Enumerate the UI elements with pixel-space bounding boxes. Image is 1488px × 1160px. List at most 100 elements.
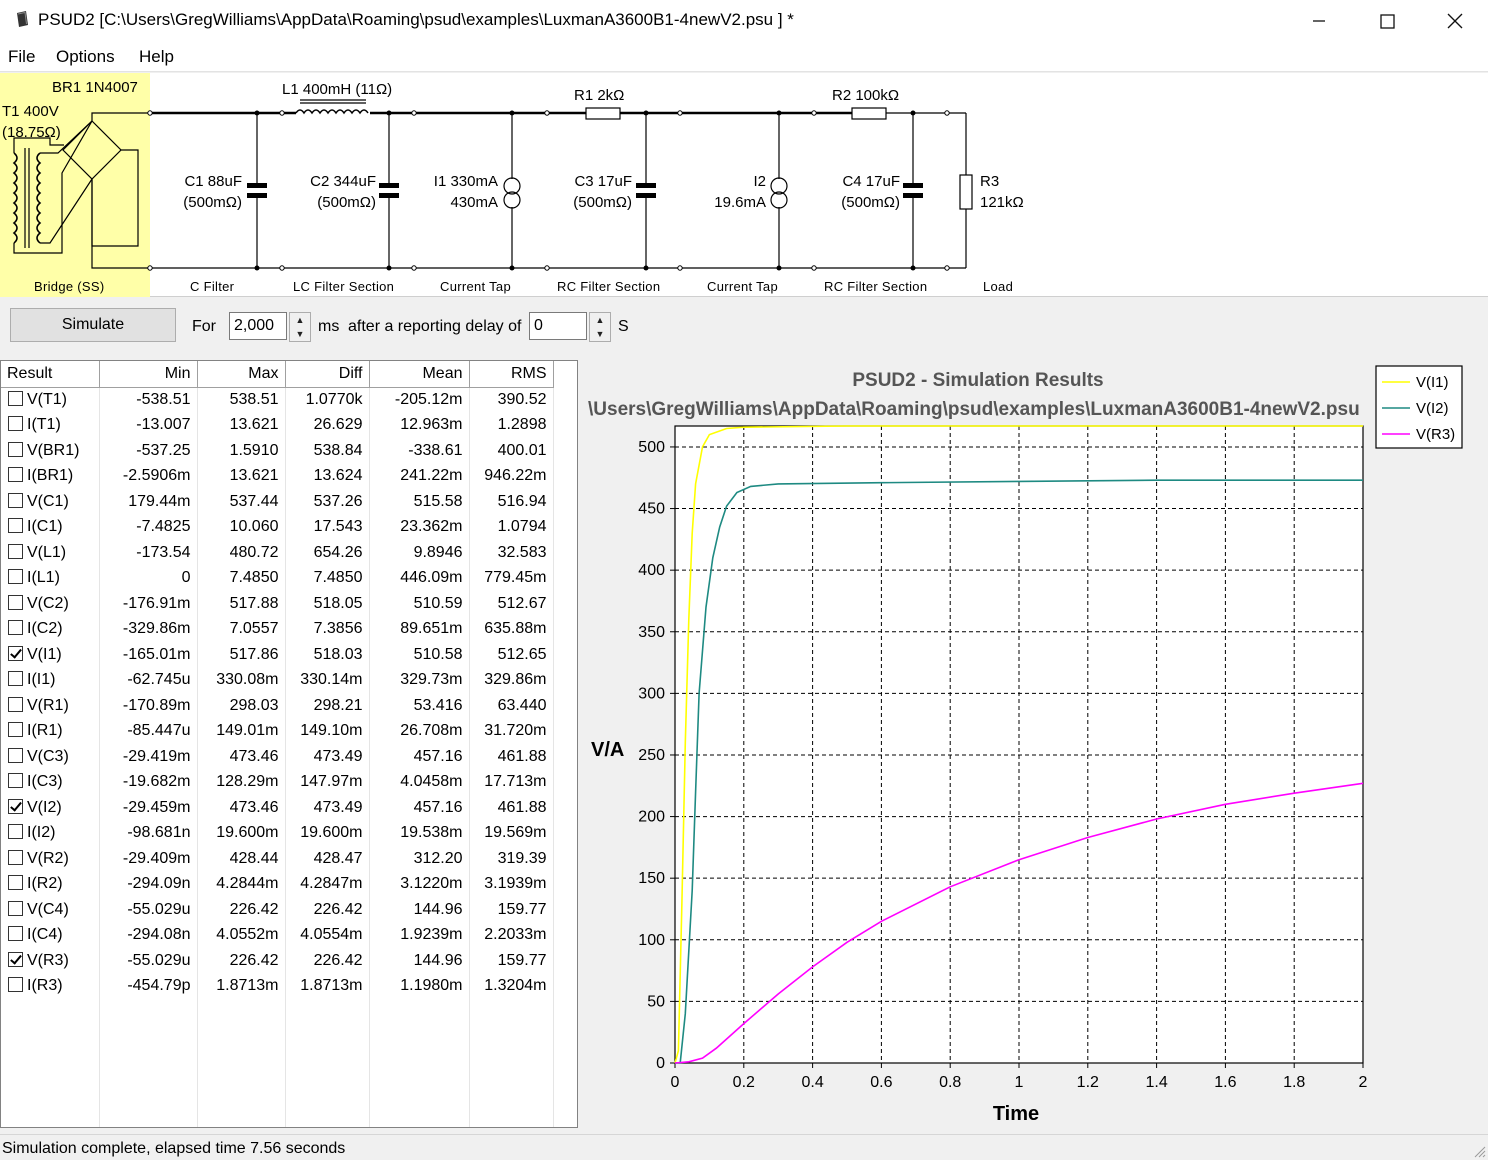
section-current-tap-2[interactable]: Current Tap [707,279,778,294]
cell-rms: 461.88 [469,795,554,821]
table-row[interactable]: I(L1) 0 7.4850 7.4850 446.09m 779.45m [1,565,554,591]
table-row[interactable]: I(I1) -62.745u 330.08m 330.14m 329.73m 329.86… [1,667,554,693]
plot-checkbox[interactable] [8,977,23,993]
plot-checkbox[interactable] [8,926,23,942]
table-row[interactable]: V(C2) -176.91m 517.88 518.05 510.59 512.67 [1,591,554,617]
empty-row [1,1050,554,1076]
empty-cell [369,1075,470,1101]
spin-down-icon[interactable]: ▼ [590,327,610,341]
plot-checkbox[interactable] [8,441,23,457]
table-row[interactable]: V(C4) -55.029u 226.42 226.42 144.96 159.77 [1,897,554,923]
plot-checkbox[interactable] [8,798,23,814]
app-icon [17,11,28,27]
plot-checkbox[interactable] [8,722,23,738]
table-row[interactable]: I(BR1) -2.5906m 13.621 13.624 241.22m 946.22m [1,463,554,489]
plot-checkbox[interactable] [8,569,23,585]
y-tick-label: 300 [638,685,665,702]
duration-spinner[interactable]: ▲ ▼ [289,312,311,342]
table-row[interactable]: V(L1) -173.54 480.72 654.26 9.8946 32.583 [1,540,554,566]
plot-checkbox[interactable] [8,492,23,508]
cell-diff: 226.42 [285,897,370,923]
menu-options[interactable]: Options [56,47,115,67]
section-lc-filter[interactable]: LC Filter Section [293,279,394,294]
table-row[interactable]: V(BR1) -537.25 1.5910 538.84 -338.61 400.01 [1,438,554,464]
plot-checkbox[interactable] [8,467,23,483]
maximize-button[interactable] [1352,0,1422,42]
minimize-button[interactable] [1284,0,1354,42]
plot-checkbox[interactable] [8,594,23,610]
delay-spinner[interactable]: ▲ ▼ [589,312,611,342]
section-current-tap-1[interactable]: Current Tap [440,279,511,294]
header-mean[interactable]: Mean [369,361,470,388]
resize-grip-icon[interactable] [1472,1144,1486,1158]
table-row[interactable]: V(R3) -55.029u 226.42 226.42 144.96 159.77 [1,948,554,974]
header-rms[interactable]: RMS [469,361,554,388]
table-row[interactable]: V(R2) -29.409m 428.44 428.47 312.20 319.39 [1,846,554,872]
section-rc-filter-2[interactable]: RC Filter Section [824,279,927,294]
section-load[interactable]: Load [983,279,1013,294]
plot-checkbox[interactable] [8,747,23,763]
simulate-button[interactable]: Simulate [10,308,176,342]
cell-mean: 1.9239m [369,922,470,948]
table-row[interactable]: I(R3) -454.79p 1.8713m 1.8713m 1.1980m 1.3204… [1,973,554,999]
table-row[interactable]: V(T1) -538.51 538.51 1.0770k -205.12m 390.52 [1,387,554,413]
result-name-cell: V(I1) [1,642,100,668]
plot-checkbox[interactable] [8,645,23,661]
table-row[interactable]: V(C1) 179.44m 537.44 537.26 515.58 516.94 [1,489,554,515]
close-button[interactable] [1420,0,1488,42]
table-row[interactable]: I(C4) -294.08n 4.0552m 4.0554m 1.9239m 2.2033… [1,922,554,948]
section-bridge[interactable]: Bridge (SS) [34,279,105,294]
spin-up-icon[interactable]: ▲ [590,313,610,327]
table-row[interactable]: V(C3) -29.419m 473.46 473.49 457.16 461.88 [1,744,554,770]
table-row[interactable]: I(C1) -7.4825 10.060 17.543 23.362m 1.0794 [1,514,554,540]
table-row[interactable]: V(I2) -29.459m 473.46 473.49 457.16 461.88 [1,795,554,821]
cell-rms: 512.65 [469,642,554,668]
plot-checkbox[interactable] [8,773,23,789]
header-diff[interactable]: Diff [285,361,370,388]
cell-min: -29.409m [99,846,198,872]
plot-checkbox[interactable] [8,875,23,891]
plot-checkbox[interactable] [8,671,23,687]
table-row[interactable]: I(I2) -98.681n 19.600m 19.600m 19.538m 19.569… [1,820,554,846]
empty-cell [369,999,470,1025]
empty-cell [197,1050,286,1076]
header-result[interactable]: Result [1,361,100,388]
plot-checkbox[interactable] [8,824,23,840]
result-name: V(R2) [27,849,69,867]
cell-rms: 17.713m [469,769,554,795]
menu-file[interactable]: File [8,47,35,67]
table-row[interactable]: I(T1) -13.007 13.621 26.629 12.963m 1.2898 [1,412,554,438]
plot-checkbox[interactable] [8,900,23,916]
plot-checkbox[interactable] [8,543,23,559]
menu-help[interactable]: Help [139,47,174,67]
table-row[interactable]: I(C3) -19.682m 128.29m 147.97m 4.0458m 17.713… [1,769,554,795]
header-min[interactable]: Min [99,361,198,388]
empty-row [1,1024,554,1050]
close-icon [1447,13,1463,29]
table-row[interactable]: I(R2) -294.09n 4.2844m 4.2847m 3.1220m 3.1939… [1,871,554,897]
spin-down-icon[interactable]: ▼ [290,327,310,341]
section-rc-filter-1[interactable]: RC Filter Section [557,279,660,294]
results-table-panel[interactable]: Result Min Max Diff Mean RMS V(T1) -538.5… [0,360,578,1128]
plot-checkbox[interactable] [8,849,23,865]
table-row[interactable]: V(R1) -170.89m 298.03 298.21 53.416 63.440 [1,693,554,719]
delay-input[interactable] [529,312,587,340]
section-c-filter[interactable]: C Filter [190,279,234,294]
y-tick-label: 450 [638,501,665,518]
plot-checkbox[interactable] [8,391,23,406]
table-row[interactable]: I(C2) -329.86m 7.0557 7.3856 89.651m 635.88m [1,616,554,642]
plot-checkbox[interactable] [8,951,23,967]
cell-mean: 510.59 [369,591,470,617]
duration-input[interactable] [229,312,287,340]
table-row[interactable]: V(I1) -165.01m 517.86 518.03 510.58 512.65 [1,642,554,668]
table-row[interactable]: I(R1) -85.447u 149.01m 149.10m 26.708m 31.720… [1,718,554,744]
spin-up-icon[interactable]: ▲ [290,313,310,327]
cell-diff: 473.49 [285,744,370,770]
header-max[interactable]: Max [197,361,286,388]
cell-max: 1.8713m [197,973,286,999]
cell-min: -165.01m [99,642,198,668]
plot-checkbox[interactable] [8,696,23,712]
plot-checkbox[interactable] [8,620,23,636]
plot-checkbox[interactable] [8,416,23,432]
plot-checkbox[interactable] [8,518,23,534]
